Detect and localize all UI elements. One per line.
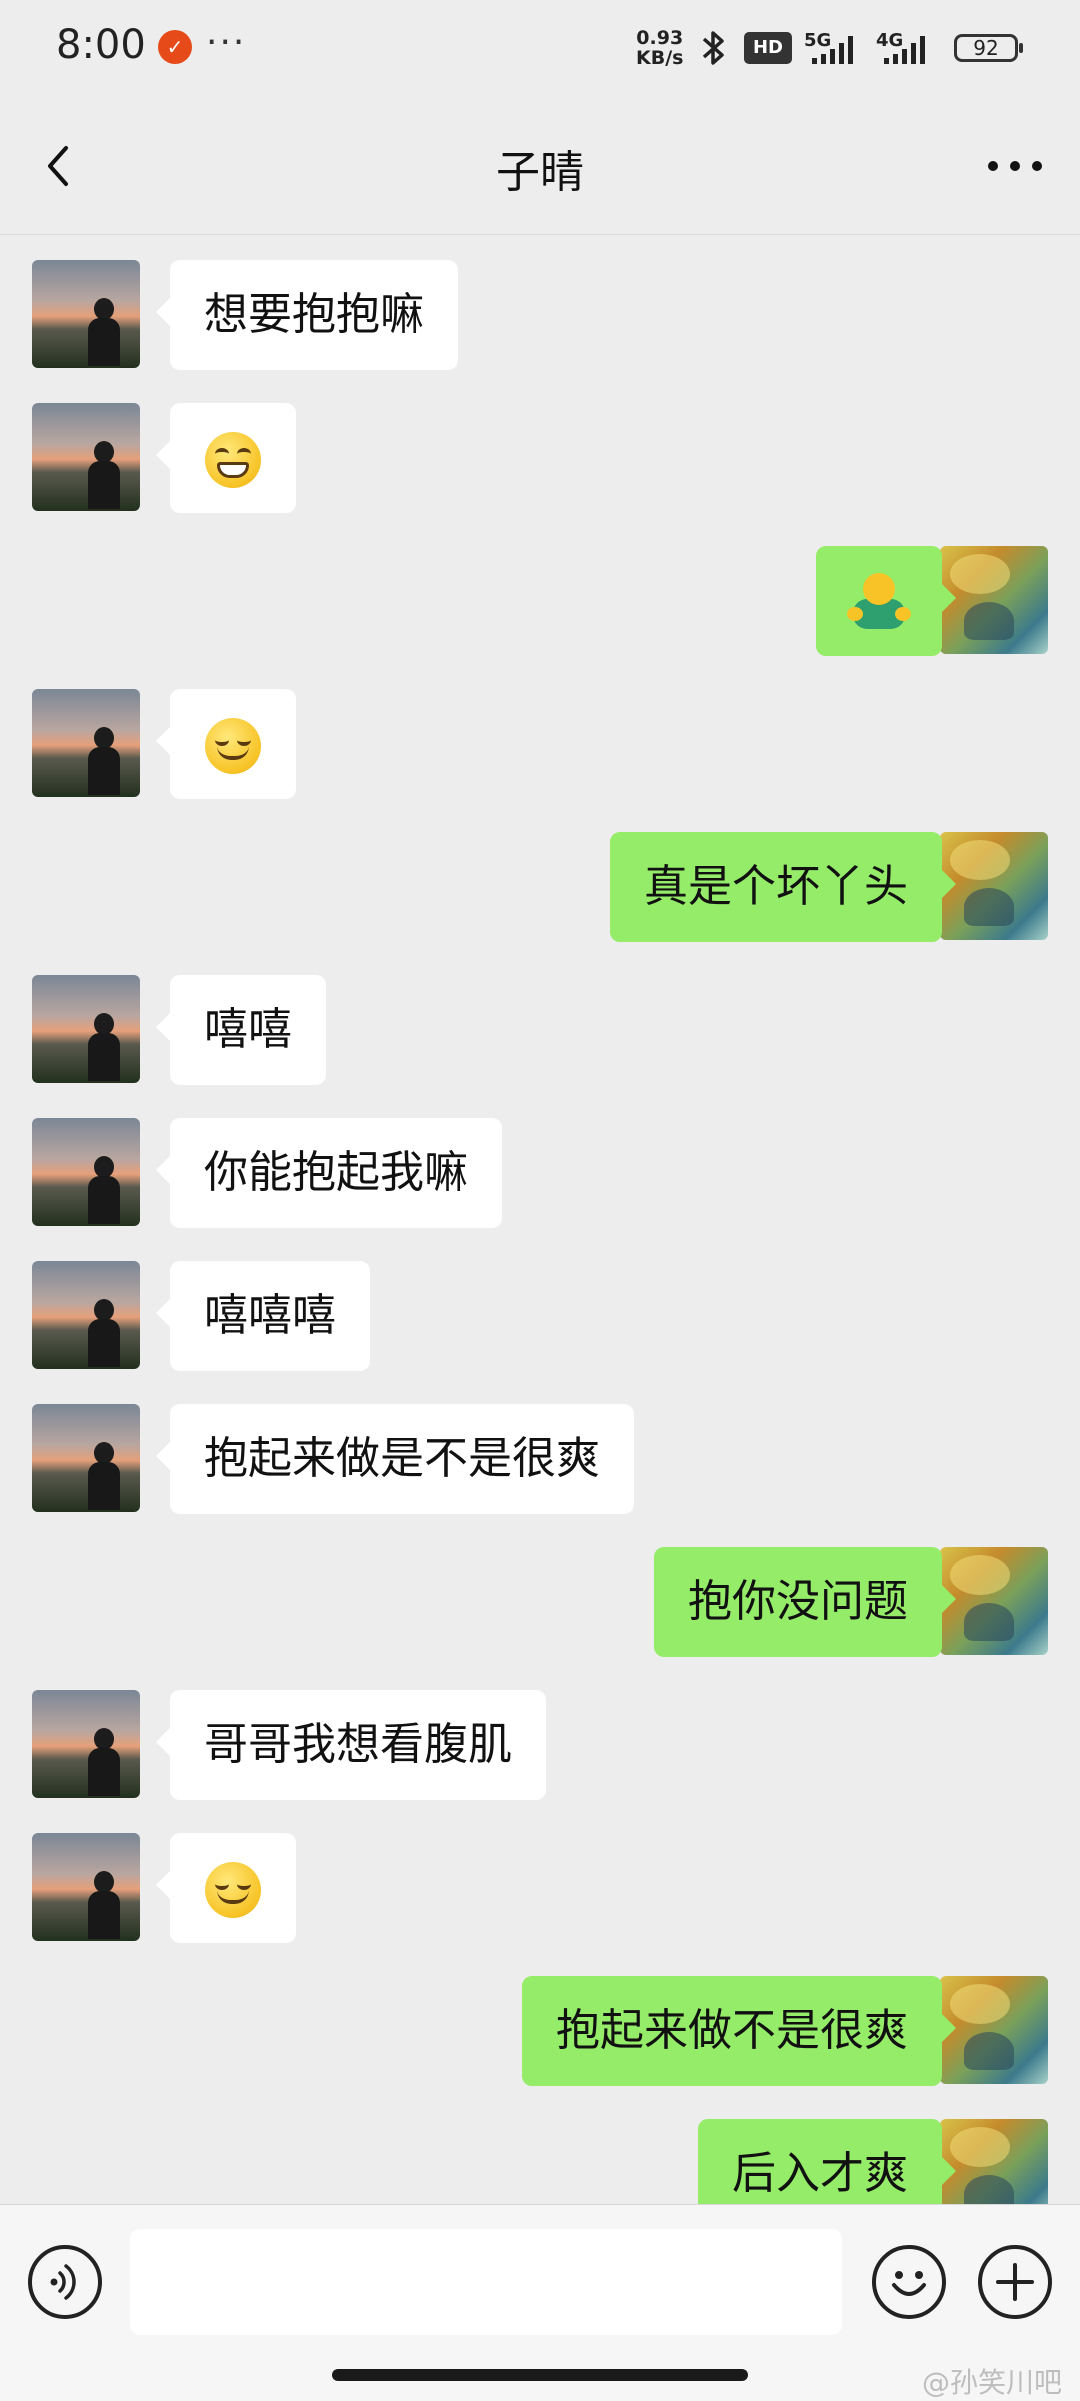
network-speed: 0.93 KB/s — [636, 28, 683, 68]
message-item: 抱你没问题 — [0, 1547, 1080, 1657]
message-item: 真是个坏丫头 — [0, 832, 1080, 942]
my-avatar[interactable] — [940, 546, 1048, 654]
chat-input-bar: @孙笑川吧 — [0, 2204, 1080, 2401]
message-item — [0, 1833, 1080, 1943]
message-item: 抱起来做不是很爽 — [0, 1976, 1080, 2086]
message-item: 嘻嘻嘻 — [0, 1261, 1080, 1371]
received-message-bubble[interactable]: 想要抱抱嘛 — [156, 260, 458, 370]
received-message-bubble[interactable]: 哥哥我想看腹肌 — [156, 1690, 546, 1800]
status-more-indicator: ··· — [206, 22, 247, 63]
signal-4g-icon: 4G — [876, 30, 936, 66]
smirk-emoji-icon — [205, 718, 261, 774]
my-avatar[interactable] — [940, 2119, 1048, 2204]
sent-message-bubble[interactable]: 真是个坏丫头 — [610, 832, 956, 942]
message-item: 想要抱抱嘛 — [0, 260, 1080, 370]
hd-voice-icon: HD — [744, 32, 792, 64]
message-item: 你能抱起我嘛 — [0, 1118, 1080, 1228]
sent-message-bubble[interactable] — [816, 546, 956, 656]
chat-title: 子晴 — [496, 147, 584, 198]
message-item: 嘻嘻 — [0, 975, 1080, 1085]
received-message-bubble[interactable]: 你能抱起我嘛 — [156, 1118, 502, 1228]
received-message-bubble[interactable]: 抱起来做是不是很爽 — [156, 1404, 634, 1514]
sent-message-bubble[interactable]: 后入才爽 — [698, 2119, 956, 2204]
watermark: @孙笑川吧 — [921, 2366, 1062, 2399]
smiley-icon — [892, 2271, 926, 2296]
message-item — [0, 403, 1080, 513]
contact-avatar[interactable] — [32, 1833, 140, 1941]
received-message-bubble[interactable] — [156, 403, 296, 513]
app-notification-icon: ✓ — [158, 30, 192, 64]
received-message-bubble[interactable] — [156, 689, 296, 799]
chat-header: 子晴 — [0, 98, 1080, 235]
my-avatar[interactable] — [940, 832, 1048, 940]
signal-5g-icon: 5G — [804, 30, 864, 66]
message-item — [0, 689, 1080, 799]
more-options-button[interactable] — [980, 138, 1050, 194]
contact-avatar[interactable] — [32, 975, 140, 1083]
grin-emoji-icon — [205, 432, 261, 488]
network-speed-unit: KB/s — [636, 47, 684, 69]
sent-message-bubble[interactable]: 抱起来做不是很爽 — [522, 1976, 956, 2086]
emoji-picker-button[interactable] — [872, 2245, 946, 2319]
smirk-emoji-icon — [205, 1862, 261, 1918]
contact-avatar[interactable] — [32, 1118, 140, 1226]
message-text-input[interactable] — [130, 2229, 842, 2335]
status-bar: 8:00 ✓ ··· 0.93 KB/s HD 5G 4G 92 — [0, 0, 1080, 98]
more-actions-button[interactable] — [978, 2245, 1052, 2319]
contact-avatar[interactable] — [32, 403, 140, 511]
message-item: 哥哥我想看腹肌 — [0, 1690, 1080, 1800]
plus-icon — [996, 2263, 1034, 2301]
message-item: 后入才爽 — [0, 2119, 1080, 2204]
hug-emoji-icon — [847, 573, 911, 633]
received-message-bubble[interactable]: 嘻嘻 — [156, 975, 326, 1085]
voice-icon — [50, 2264, 76, 2300]
contact-avatar[interactable] — [32, 1690, 140, 1798]
my-avatar[interactable] — [940, 1976, 1048, 2084]
home-indicator[interactable] — [332, 2369, 748, 2381]
contact-avatar[interactable] — [32, 1404, 140, 1512]
message-item — [0, 546, 1080, 656]
my-avatar[interactable] — [940, 1547, 1048, 1655]
battery-icon: 92 — [954, 34, 1023, 62]
contact-avatar[interactable] — [32, 1261, 140, 1369]
network-speed-value: 0.93 — [636, 27, 684, 49]
received-message-bubble[interactable] — [156, 1833, 296, 1943]
contact-avatar[interactable] — [32, 260, 140, 368]
voice-input-button[interactable] — [28, 2245, 102, 2319]
message-list[interactable]: 想要抱抱嘛 真是个坏丫头 嘻嘻 你能抱起我嘛 嘻嘻嘻 抱起来做是不是很爽 抱你没… — [0, 234, 1080, 2204]
received-message-bubble[interactable]: 嘻嘻嘻 — [156, 1261, 370, 1371]
status-time: 8:00 — [56, 22, 146, 68]
message-item: 抱起来做是不是很爽 — [0, 1404, 1080, 1514]
bluetooth-icon — [702, 31, 724, 65]
sent-message-bubble[interactable]: 抱你没问题 — [654, 1547, 956, 1657]
contact-avatar[interactable] — [32, 689, 140, 797]
